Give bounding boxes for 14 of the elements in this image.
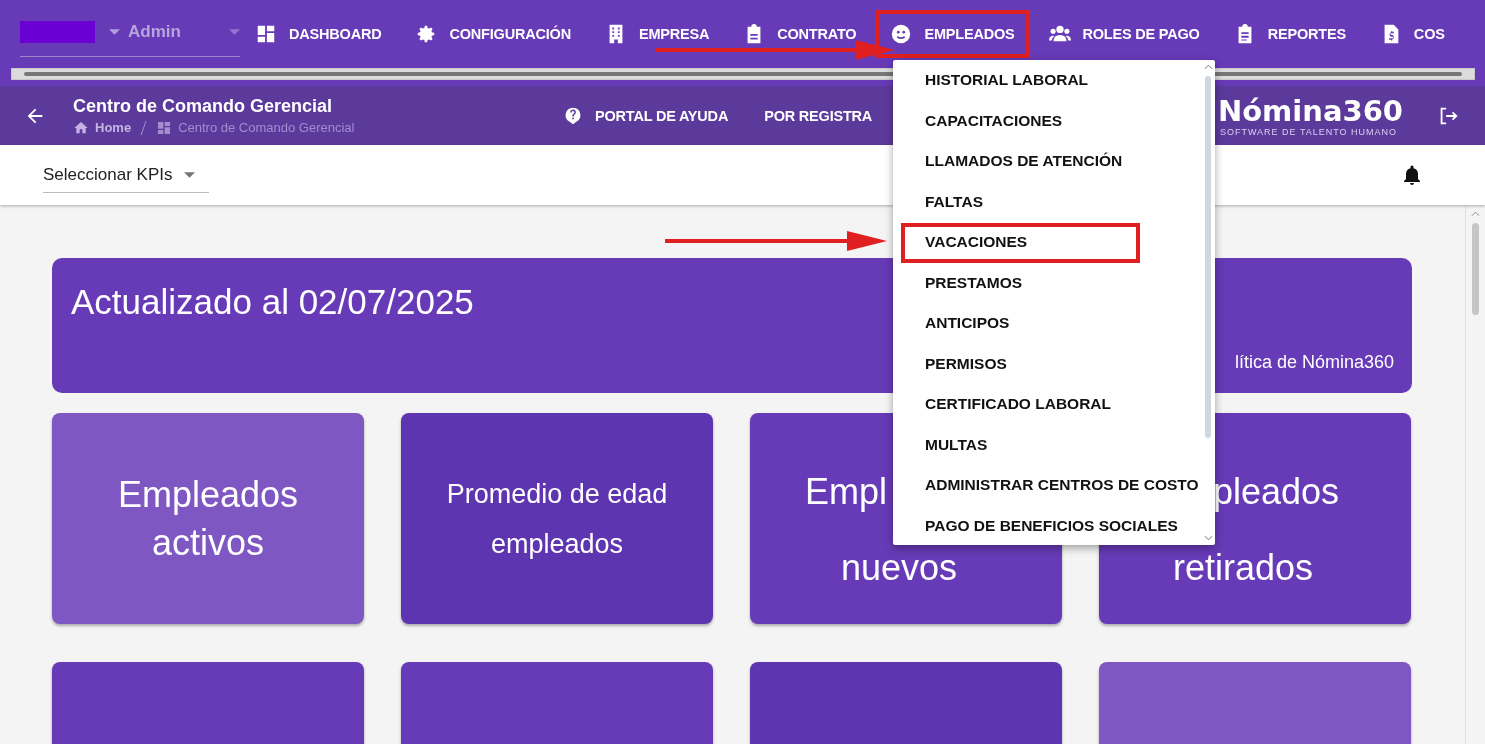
breadcrumb-current: Centro de Comando Gerencial (178, 120, 355, 135)
card-label: pleados (1213, 472, 1340, 512)
card-label: nuevos (841, 548, 958, 588)
banner-title: Actualizado al 02/07/2025 (71, 282, 474, 322)
card-label: empleados (490, 527, 624, 561)
page-title: Centro de Comando Gerencial (73, 95, 334, 117)
card-label: retirados (1173, 548, 1314, 588)
logo-tagline: SOFTWARE DE TALENTO HUMANO (1219, 126, 1398, 137)
logo-text: Nómina360 (1217, 94, 1403, 127)
card-label: Empleados (117, 474, 299, 515)
card-label: Empl (805, 472, 888, 512)
banner-subtitle: lítica de Nómina360 (1234, 352, 1394, 373)
card-label: Promedio de edad (446, 477, 668, 511)
card-label: activos (151, 522, 264, 563)
